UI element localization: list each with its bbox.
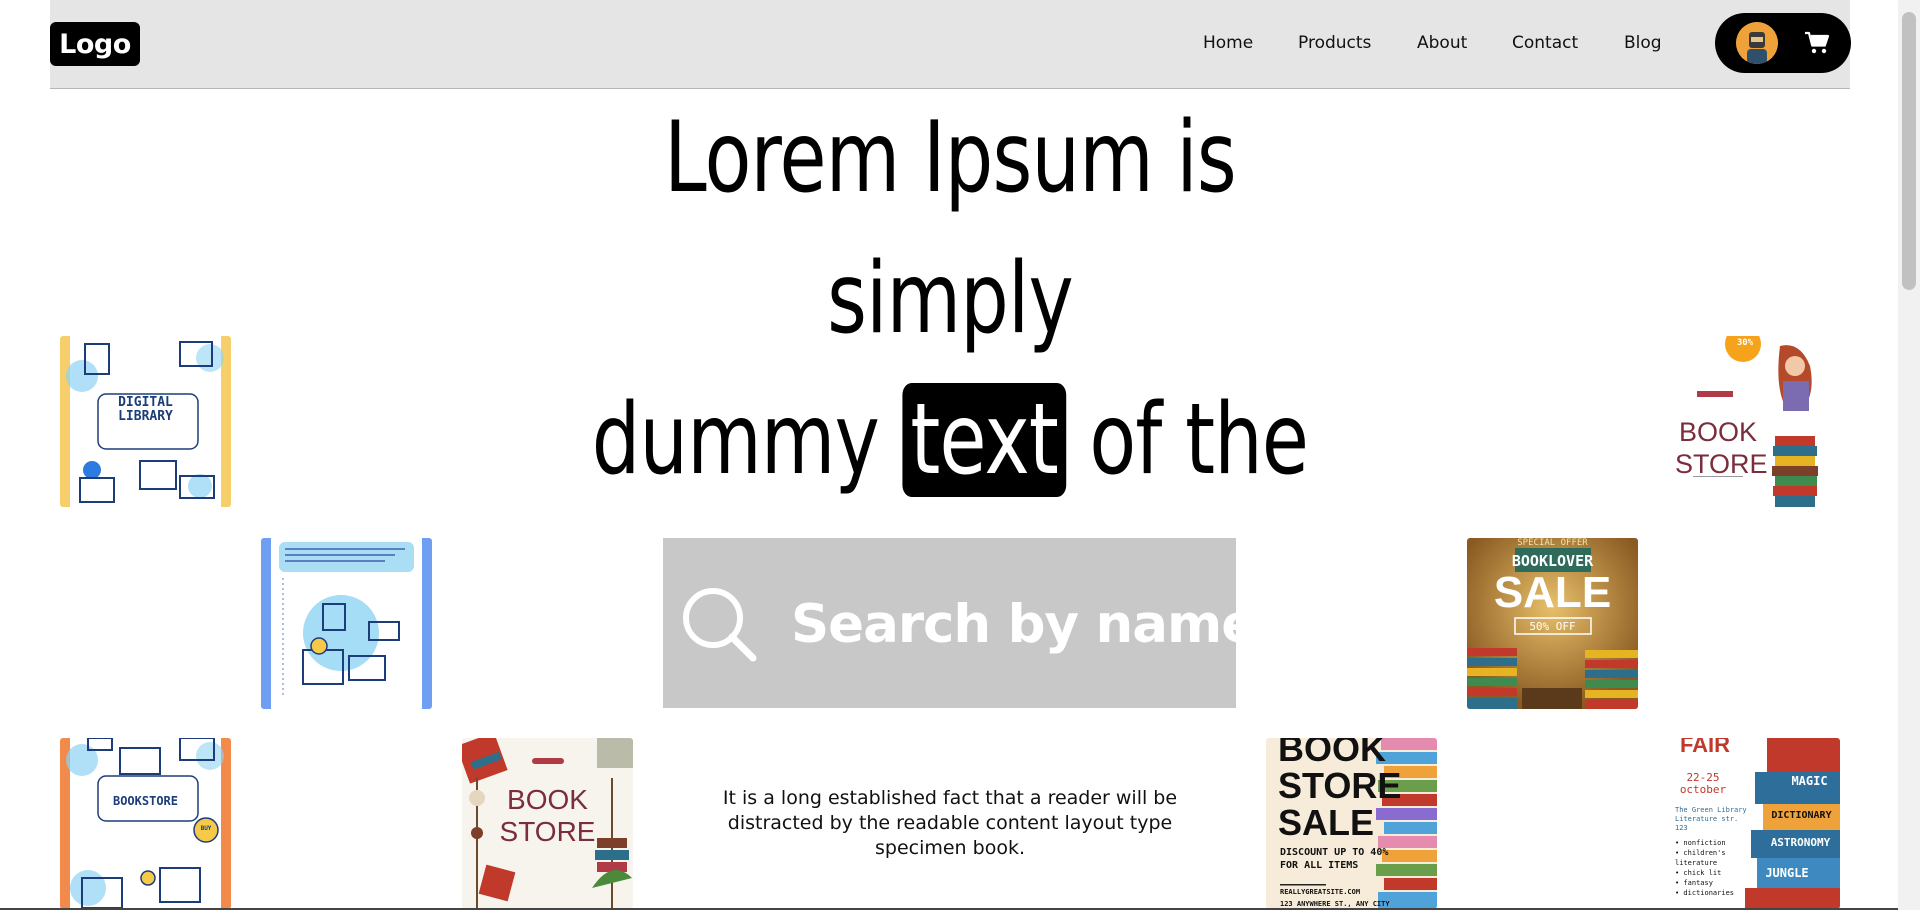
card-title: BOOK STORE bbox=[499, 784, 596, 847]
nav-link-about[interactable]: About bbox=[1417, 33, 1467, 53]
card-discount: DISCOUNT UP TO 40% FOR ALL ITEMS bbox=[1280, 847, 1389, 871]
book-card-digital-library[interactable]: DIGITAL LIBRARY bbox=[60, 336, 231, 507]
book-card-book-store-sale[interactable]: BOOK STORE SALE DISCOUNT UP TO 40% FOR A… bbox=[1266, 738, 1437, 909]
intro-paragraph: It is a long established fact that a rea… bbox=[722, 787, 1178, 859]
card-title: BOOK STORE bbox=[1675, 417, 1768, 479]
card-header: SPECIAL OFFER bbox=[1517, 538, 1588, 548]
scroll-thumb[interactable] bbox=[1902, 12, 1916, 290]
book-card-book-fair[interactable]: FAIR 22-25 october The Green Library Lit… bbox=[1675, 738, 1840, 909]
card-date: 22-25 october bbox=[1679, 771, 1727, 796]
spine-4: JUNGLE bbox=[1765, 866, 1809, 880]
hero-line-2-before: dummy bbox=[591, 383, 880, 497]
search-input[interactable]: Search by name. bbox=[791, 594, 1276, 655]
sale-label: SALE bbox=[1493, 568, 1612, 617]
nav-link-products[interactable]: Products bbox=[1298, 33, 1371, 53]
user-pill bbox=[1715, 13, 1851, 73]
nav-link-home[interactable]: Home bbox=[1203, 33, 1253, 53]
card-title: FAIR bbox=[1679, 738, 1731, 757]
card-title: BOOKSTORE bbox=[112, 794, 179, 808]
card-title: DIGITAL LIBRARY bbox=[118, 395, 173, 424]
book-card-book-store-plants[interactable]: BOOK STORE bbox=[462, 738, 633, 909]
nav-link-contact[interactable]: Contact bbox=[1512, 33, 1578, 53]
spine-1: MAGIC bbox=[1791, 774, 1828, 788]
hero-highlight: text bbox=[902, 383, 1066, 497]
search-icon bbox=[677, 582, 761, 666]
spine-3: ASTRONOMY bbox=[1770, 836, 1831, 849]
page-scrollbar[interactable] bbox=[1898, 0, 1920, 910]
book-card-book-store-girl[interactable]: 30% BOOK STORE bbox=[1675, 336, 1825, 507]
cart-icon[interactable] bbox=[1804, 31, 1830, 55]
card-title: BOOK STORE SALE bbox=[1278, 738, 1402, 843]
spine-2: DICTIONARY bbox=[1771, 810, 1832, 821]
search-box[interactable]: Search by name. bbox=[663, 538, 1276, 708]
hero-line-2: dummy text of the bbox=[576, 370, 1325, 511]
hero-line-2-after: of the bbox=[1089, 383, 1309, 497]
avatar[interactable] bbox=[1736, 22, 1778, 64]
hero-line-1: Lorem Ipsum is simply bbox=[664, 101, 1237, 356]
nav-link-blog[interactable]: Blog bbox=[1624, 33, 1662, 53]
book-card-booklover-sale[interactable]: SPECIAL OFFER BOOKLOVER SALE 50% OFF bbox=[1467, 538, 1638, 709]
discount-badge: 30% bbox=[1736, 338, 1754, 348]
card-list: • nonfiction • children's literature • c… bbox=[1675, 839, 1735, 897]
logo[interactable]: Logo bbox=[50, 22, 140, 66]
card-site: REALLYGREATSITE.COM bbox=[1280, 888, 1361, 896]
book-card-bookstore[interactable]: BOOKSTORE BUY bbox=[60, 738, 231, 909]
buy-badge: BUY bbox=[200, 825, 212, 832]
card-place: The Green Library Literature str. 123 bbox=[1675, 806, 1747, 832]
book-card-online-shop[interactable] bbox=[261, 538, 432, 709]
card-address: 123 ANYWHERE ST., ANY CITY bbox=[1280, 900, 1390, 908]
navbar: Logo Home Products About Contact Blog bbox=[50, 0, 1851, 89]
discount-label: 50% OFF bbox=[1529, 620, 1576, 633]
